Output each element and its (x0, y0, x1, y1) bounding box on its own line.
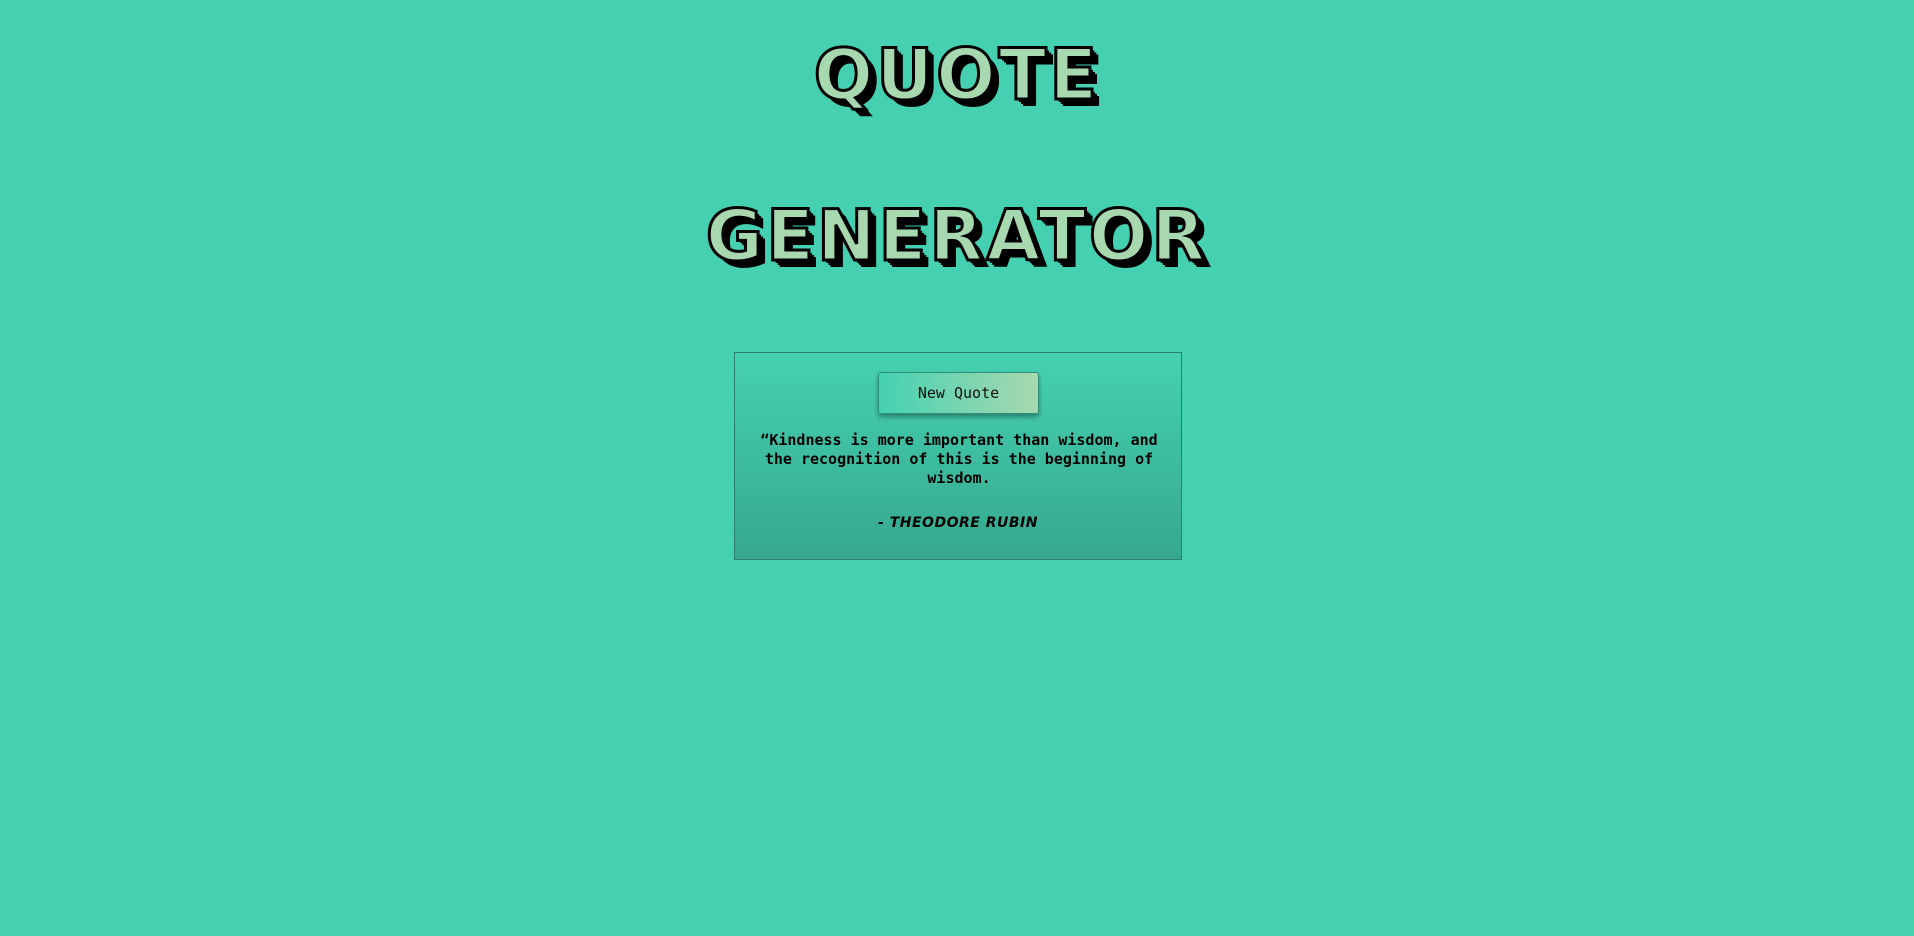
page-title-line-1: QUOTE (812, 34, 1101, 116)
quote-text: “Kindness is more important than wisdom,… (760, 431, 1158, 487)
new-quote-button[interactable]: New Quote (878, 372, 1039, 414)
page-title-line-2: GENERATOR (704, 195, 1209, 277)
quote-card: New Quote “Kindness is more important th… (734, 352, 1182, 560)
quote-author: - THEODORE RUBIN (878, 515, 1038, 531)
